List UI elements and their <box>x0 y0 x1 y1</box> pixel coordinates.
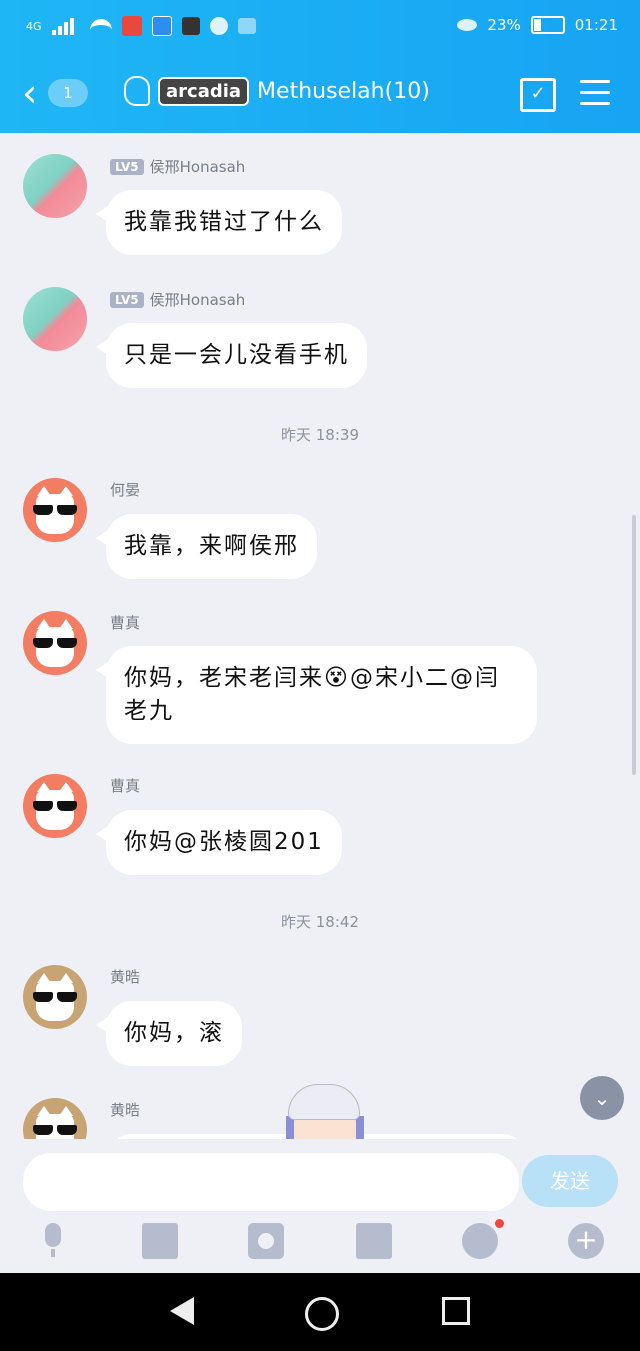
message-item: 黄晧 <box>0 0 640 1139</box>
nav-home-icon[interactable] <box>305 1297 339 1331</box>
image-icon[interactable] <box>142 1223 178 1259</box>
system-nav-bar <box>0 1273 640 1351</box>
microphone-icon[interactable] <box>35 1223 71 1259</box>
toolbar: + <box>0 1219 640 1265</box>
nav-back-icon[interactable] <box>170 1297 194 1325</box>
input-bar: 发送 + <box>0 1139 640 1273</box>
sender-name: 黄晧 <box>110 1101 141 1119</box>
emoji-icon[interactable] <box>462 1219 504 1259</box>
camera-icon[interactable] <box>248 1223 284 1259</box>
notification-dot <box>495 1219 504 1228</box>
red-packet-icon[interactable] <box>356 1223 392 1259</box>
message-input[interactable] <box>23 1153 519 1211</box>
avatar[interactable] <box>23 1098 87 1139</box>
scroll-to-bottom-button[interactable]: ⌄ <box>580 1076 624 1120</box>
send-button[interactable]: 发送 <box>522 1155 618 1207</box>
nav-recents-icon[interactable] <box>442 1297 470 1325</box>
plus-icon[interactable]: + <box>568 1223 604 1259</box>
scrollbar[interactable] <box>632 515 636 775</box>
